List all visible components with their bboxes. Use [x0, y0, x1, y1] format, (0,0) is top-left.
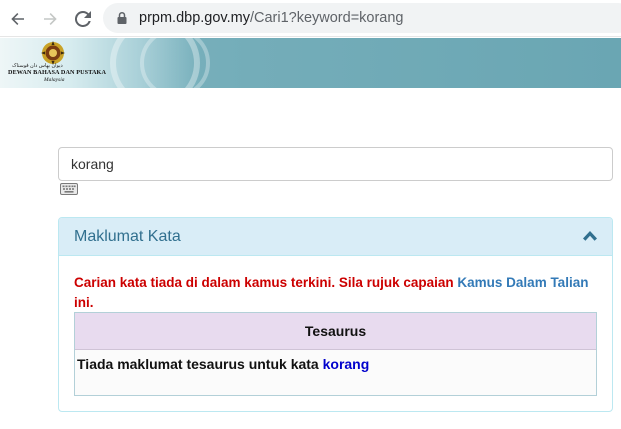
url-host: prpm.dbp.gov.my [139, 10, 250, 26]
thesaurus-header: Tesaurus [75, 313, 596, 350]
thesaurus-keyword: korang [322, 356, 370, 372]
logo-country: Malaysia [44, 77, 65, 83]
panel-title: Maklumat Kata [74, 228, 181, 245]
thesaurus-row: Tiada maklumat tesaurus untuk kata koran… [75, 350, 596, 395]
panel-heading[interactable]: Maklumat Kata [59, 218, 612, 256]
word-info-panel: Maklumat Kata Carian kata tiada di dalam… [58, 217, 613, 412]
thesaurus-text: Tiada maklumat tesaurus untuk kata [77, 356, 323, 372]
keyboard-icon[interactable] [60, 183, 78, 195]
thesaurus-table: Tesaurus Tiada maklumat tesaurus untuk k… [74, 312, 597, 396]
site-header-banner: ديوان بهاس دان ڤوستاک DEWAN BAHASA DAN P… [0, 38, 621, 88]
thesaurus-message: Tiada maklumat tesaurus untuk kata koran… [77, 356, 369, 372]
address-bar[interactable]: prpm.dbp.gov.my/Cari1?keyword=korang [103, 3, 621, 33]
not-found-notice: Carian kata tiada di dalam kamus terkini… [74, 273, 594, 313]
url-path: /Cari1?keyword=korang [249, 10, 404, 26]
reload-icon[interactable] [70, 6, 96, 32]
notice-text: Carian kata tiada di dalam kamus terkini… [74, 275, 458, 290]
search-input[interactable] [58, 147, 613, 181]
lock-icon [117, 11, 127, 24]
chevron-up-icon[interactable] [582, 229, 598, 243]
forward-arrow-icon[interactable] [37, 6, 63, 32]
back-arrow-icon[interactable] [5, 6, 31, 32]
logo-org-name: DEWAN BAHASA DAN PUSTAKA [8, 69, 107, 76]
url-text: prpm.dbp.gov.my/Cari1?keyword=korang [139, 10, 404, 26]
browser-toolbar: prpm.dbp.gov.my/Cari1?keyword=korang [0, 0, 621, 37]
kamus-dalam-talian-link[interactable]: Kamus Dalam Talian [457, 275, 588, 290]
notice-suffix: ini. [74, 295, 94, 310]
